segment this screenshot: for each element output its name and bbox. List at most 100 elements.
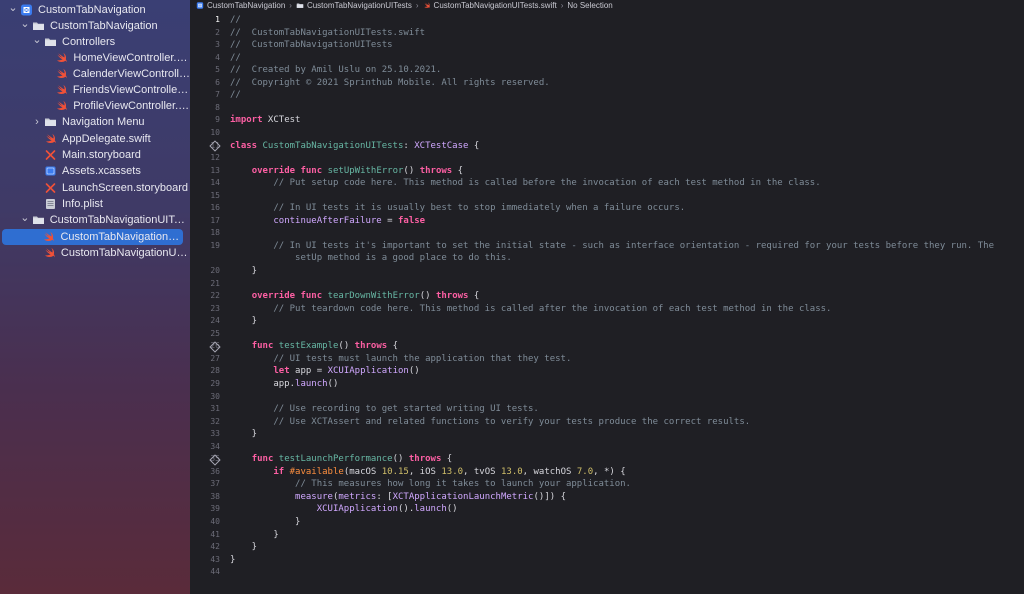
code-line[interactable]: 15 (192, 190, 1024, 203)
code-token: , watchOS (522, 466, 577, 477)
code-line[interactable]: 22 override func tearDownWithError() thr… (192, 290, 1024, 303)
code-line[interactable]: 24 } (192, 315, 1024, 328)
code-line[interactable]: 38 measure(metrics: [XCTApplicationLaunc… (192, 491, 1024, 504)
code-line[interactable]: 17 continueAfterFailure = false (192, 215, 1024, 228)
code-line[interactable]: 27 // UI tests must launch the applicati… (192, 353, 1024, 366)
code-line[interactable]: 43} (192, 554, 1024, 567)
breadcrumb-item[interactable]: CustomTabNavigation (196, 1, 285, 10)
breadcrumb-separator-icon: › (560, 0, 564, 10)
code-text: func testExample() throws { (230, 340, 398, 353)
code-token: 10.15 (381, 466, 409, 477)
assets-icon (44, 165, 57, 177)
nav-group-uitests[interactable]: ⌄ CustomTabNavigationUITests (0, 212, 190, 228)
code-line[interactable]: 37 // This measures how long it takes to… (192, 478, 1024, 491)
code-line[interactable]: 44 (192, 566, 1024, 579)
chevron-down-icon[interactable]: ⌄ (20, 17, 30, 30)
code-line[interactable]: 34 (192, 441, 1024, 454)
code-line[interactable]: 40 } (192, 516, 1024, 529)
code-line[interactable]: 9 import XCTest (192, 114, 1024, 127)
code-line[interactable]: 7 // (192, 89, 1024, 102)
nav-file-friends[interactable]: FriendsViewController.sw... (0, 82, 190, 98)
code-line[interactable]: 1 // (192, 14, 1024, 27)
nav-file-calender[interactable]: CalenderViewController.s... (0, 66, 190, 82)
code-line[interactable]: 11 class CustomTabNavigationUITests: XCTe… (192, 140, 1024, 153)
code-text: // (230, 14, 241, 27)
line-number: 25 (210, 328, 220, 338)
code-line[interactable]: 42 } (192, 541, 1024, 554)
code-line[interactable]: 28 let app = XCUIApplication() (192, 365, 1024, 378)
code-text: } (230, 554, 235, 567)
code-token: // Use recording to get started writing … (230, 404, 539, 415)
nav-file-uitests-launch[interactable]: CustomTabNavigationUITes... (0, 245, 190, 261)
nav-group-app[interactable]: ⌄ CustomTabNavigation (0, 18, 190, 34)
code-token: // CustomTabNavigationUITests.swift (230, 27, 426, 38)
code-line[interactable]: 21 (192, 278, 1024, 291)
code-line[interactable]: 13 override func setUpWithError() throws… (192, 165, 1024, 178)
nav-file-uitests[interactable]: CustomTabNavigationUITes... (2, 229, 183, 245)
code-line[interactable]: 36 if #available(macOS 10.15, iOS 13.0, … (192, 466, 1024, 479)
nav-item-label: CustomTabNavigationUITests (49, 214, 190, 226)
chevron-down-icon[interactable]: ⌄ (32, 33, 42, 46)
chevron-down-icon[interactable]: ⌄ (8, 1, 18, 14)
code-line[interactable]: 29 app.launch() (192, 378, 1024, 391)
code-line[interactable]: 26 func testExample() throws { (192, 340, 1024, 353)
code-area[interactable]: 1//2// CustomTabNavigationUITests.swift 3… (192, 14, 1024, 594)
code-token: : (403, 140, 415, 151)
breadcrumb-item[interactable]: No Selection (567, 1, 612, 10)
code-line[interactable]: 3 // CustomTabNavigationUITests (192, 39, 1024, 52)
code-line[interactable]: 35 func testLaunchPerformance() throws { (192, 453, 1024, 466)
nav-group-controllers[interactable]: ⌄ Controllers (0, 34, 190, 50)
breadcrumb-item[interactable]: CustomTabNavigationUITests (296, 1, 412, 10)
breadcrumb-label: No Selection (567, 0, 613, 10)
code-line[interactable]: 5 // Created by Amil Uslu on 25.10.2021. (192, 64, 1024, 77)
nav-file-main-storyboard[interactable]: Main.storyboard (0, 147, 190, 163)
code-line[interactable]: 25 (192, 328, 1024, 341)
nav-group-navigation-menu[interactable]: › Navigation Menu (0, 114, 190, 130)
code-line[interactable]: 31 // Use recording to get started writi… (192, 403, 1024, 416)
code-line[interactable]: 18 (192, 227, 1024, 240)
code-text: XCUIApplication().launch() (230, 503, 458, 516)
line-number: 33 (210, 429, 220, 439)
code-line[interactable]: 32 // Use XCTAssert and related function… (192, 416, 1024, 429)
nav-file-launchscreen[interactable]: LaunchScreen.storyboard (0, 180, 190, 196)
code-token: { (452, 165, 464, 176)
code-token: CustomTabNavigationUITests (262, 140, 404, 151)
code-line[interactable]: 2 // CustomTabNavigationUITests.swift (192, 27, 1024, 40)
code-line[interactable]: 10 (192, 127, 1024, 140)
nav-file-infoplist[interactable]: Info.plist (0, 196, 190, 212)
code-line[interactable]: 20 } (192, 265, 1024, 278)
nav-project[interactable]: ⌄ CustomTabNavigation (0, 2, 190, 18)
chevron-right-icon[interactable]: › (32, 116, 42, 128)
nav-item-label: ProfileViewController.swift (73, 100, 190, 112)
nav-item-label: LaunchScreen.storyboard (62, 182, 188, 194)
code-token: launch (295, 378, 328, 389)
breadcrumb-item[interactable]: CustomTabNavigationUITests.swift (423, 1, 557, 10)
code-line[interactable]: 12 (192, 152, 1024, 165)
code-line[interactable]: 39 XCUIApplication().launch() (192, 503, 1024, 516)
nav-file-home[interactable]: HomeViewController.swift (0, 50, 190, 66)
nav-file-assets[interactable]: Assets.xcassets (0, 163, 190, 179)
code-line[interactable]: 14 // Put setup code here. This method i… (192, 177, 1024, 190)
code-line[interactable]: 30 (192, 391, 1024, 404)
swift-file-icon (43, 247, 56, 259)
code-token: { (387, 341, 399, 352)
code-line[interactable]: 4 // (192, 52, 1024, 65)
nav-file-profile[interactable]: ProfileViewController.swift (0, 98, 190, 114)
breadcrumb-label: CustomTabNavigationUITests.swift (433, 0, 557, 10)
code-editor[interactable]: CustomTabNavigation › CustomTabNavigationU… (192, 0, 1024, 594)
nav-file-appdelegate[interactable]: AppDelegate.swift (0, 131, 190, 147)
code-line[interactable]: setUp method is a good place to do this. (192, 252, 1024, 265)
chevron-down-icon[interactable]: ⌄ (20, 211, 30, 224)
code-line[interactable]: 8 (192, 102, 1024, 115)
code-token: // CustomTabNavigationUITests (230, 40, 393, 51)
code-line[interactable]: 6 // Copyright © 2021 Sprinthub Mobile. A… (192, 77, 1024, 90)
code-line[interactable]: 33 } (192, 428, 1024, 441)
code-line[interactable]: 16 // In UI tests it is usually best to … (192, 202, 1024, 215)
code-line[interactable]: 23 // Put teardown code here. This metho… (192, 303, 1024, 316)
line-number: 39 (210, 504, 220, 514)
code-token: ()]) { (533, 491, 566, 502)
code-line[interactable]: 19 // In UI tests it's important to set … (192, 240, 1024, 253)
code-line[interactable]: 41 } (192, 529, 1024, 542)
